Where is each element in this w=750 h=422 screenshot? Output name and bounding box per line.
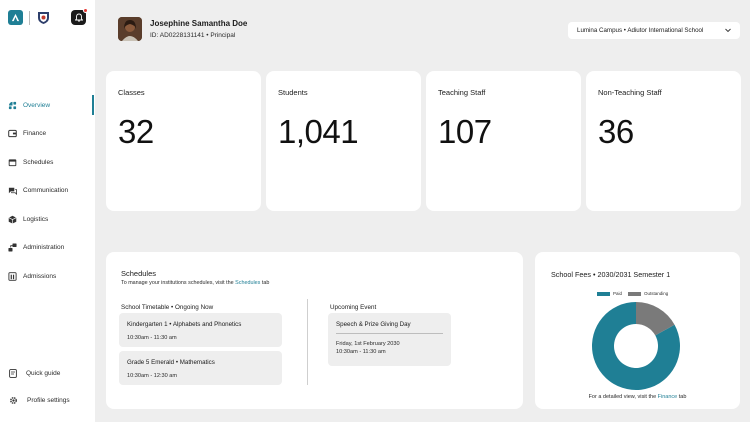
administration-icon bbox=[8, 243, 17, 253]
fees-title: School Fees • 2030/2031 Semester 1 bbox=[551, 270, 671, 279]
sidebar-bottom: Quick guide Profile settings bbox=[0, 364, 95, 418]
schedules-subtitle: To manage your institutions schedules, v… bbox=[121, 280, 269, 286]
sidebar-item-label: Communication bbox=[23, 187, 69, 195]
legend-swatch bbox=[597, 291, 610, 296]
fees-donut-chart[interactable] bbox=[591, 301, 681, 391]
stat-value: 36 bbox=[598, 113, 634, 150]
donut-svg bbox=[592, 302, 680, 390]
sidebar-item-label: Admissions bbox=[23, 273, 57, 281]
event-divider bbox=[336, 333, 443, 334]
user-profile: Josephine Samantha Doe ID: AD0228131141 … bbox=[118, 17, 247, 41]
timetable-item[interactable]: Grade 5 Emerald • Mathematics 10:30am - … bbox=[119, 351, 282, 385]
timetable-item-title: Kindergarten 1 • Alphabets and Phonetics bbox=[127, 321, 242, 328]
stat-value: 32 bbox=[118, 113, 154, 150]
timetable-heading: School Timetable • Ongoing Now bbox=[121, 304, 214, 311]
legend-item-paid: Paid bbox=[597, 291, 622, 296]
sidebar-item-quick-guide[interactable]: Quick guide bbox=[0, 364, 95, 382]
column-divider bbox=[307, 299, 308, 385]
subtitle-text: tab bbox=[260, 280, 270, 286]
stat-card-classes: Classes 32 bbox=[106, 71, 261, 211]
notification-dot bbox=[83, 8, 88, 13]
upcoming-event-title: Speech & Prize Giving Day bbox=[336, 321, 411, 328]
legend-label: Outstanding bbox=[644, 291, 669, 296]
overview-icon bbox=[8, 101, 17, 109]
logo-row bbox=[8, 10, 51, 25]
timetable-item-time: 10:30am - 12:30 am bbox=[127, 373, 178, 379]
school-fees-panel: School Fees • 2030/2031 Semester 1 Paid … bbox=[535, 252, 740, 409]
sidebar-item-overview[interactable]: Overview bbox=[0, 95, 95, 115]
user-info: Josephine Samantha Doe ID: AD0228131141 … bbox=[150, 19, 247, 39]
sidebar-item-schedules[interactable]: Schedules bbox=[0, 153, 95, 171]
schedules-panel: Schedules To manage your institutions sc… bbox=[106, 252, 523, 409]
footer-text: tab bbox=[677, 394, 687, 400]
sidebar-item-admissions[interactable]: Admissions bbox=[0, 268, 95, 286]
sidebar-item-administration[interactable]: Administration bbox=[0, 239, 95, 257]
timetable-item-time: 10:30am - 11:30 am bbox=[127, 335, 177, 341]
app-logo-icon[interactable] bbox=[8, 10, 23, 25]
finance-tab-link[interactable]: Finance bbox=[658, 394, 678, 400]
sidebar-item-label: Administration bbox=[23, 244, 65, 252]
quick-guide-icon bbox=[9, 368, 17, 378]
stat-card-teaching-staff: Teaching Staff 107 bbox=[426, 71, 581, 211]
school-crest-icon bbox=[36, 10, 51, 25]
campus-selected-value: Lumina Campus • Adiutor International Sc… bbox=[577, 27, 704, 34]
schedules-icon bbox=[8, 159, 17, 166]
sidebar-item-profile-settings[interactable]: Profile settings bbox=[0, 391, 95, 409]
communication-icon bbox=[8, 188, 17, 196]
sidebar-item-label: Finance bbox=[23, 130, 47, 138]
sidebar-item-logistics[interactable]: Logistics bbox=[0, 210, 95, 228]
sidebar-item-label: Logistics bbox=[23, 215, 49, 223]
upcoming-event-card[interactable]: Speech & Prize Giving Day Friday, 1st Fe… bbox=[328, 313, 451, 366]
stat-label: Non-Teaching Staff bbox=[598, 88, 662, 97]
upcoming-heading: Upcoming Event bbox=[330, 304, 377, 311]
subtitle-text: To manage your institutions schedules, v… bbox=[121, 280, 236, 286]
logo-divider bbox=[29, 10, 30, 25]
schedules-title: Schedules bbox=[121, 269, 157, 278]
user-name: Josephine Samantha Doe bbox=[150, 19, 248, 28]
avatar[interactable] bbox=[118, 17, 142, 41]
campus-selector[interactable]: Lumina Campus • Adiutor International Sc… bbox=[568, 22, 740, 39]
sidebar-item-label: Profile settings bbox=[27, 396, 70, 404]
stat-value: 107 bbox=[438, 113, 492, 150]
legend-swatch bbox=[628, 291, 642, 296]
user-meta: ID: AD0228131141 • Principal bbox=[150, 32, 236, 39]
sidebar-nav: Overview Finance Schedules Communication… bbox=[0, 95, 95, 296]
schedules-tab-link[interactable]: Schedules bbox=[235, 280, 260, 286]
sidebar-item-label: Overview bbox=[23, 101, 51, 109]
stat-value: 1,041 bbox=[278, 113, 359, 150]
legend-item-outstanding: Outstanding bbox=[628, 291, 668, 296]
legend-label: Paid bbox=[613, 291, 623, 296]
finance-icon bbox=[8, 129, 17, 138]
stat-card-non-teaching-staff: Non-Teaching Staff 36 bbox=[586, 71, 741, 211]
logistics-icon bbox=[8, 215, 17, 224]
sidebar-item-label: Quick guide bbox=[26, 369, 61, 377]
stat-label: Classes bbox=[118, 88, 145, 97]
sidebar-item-communication[interactable]: Communication bbox=[0, 182, 95, 200]
bell-icon bbox=[74, 13, 83, 22]
upcoming-event-time: 10:30am - 11:30 am bbox=[336, 349, 386, 355]
stat-card-students: Students 1,041 bbox=[266, 71, 421, 211]
stat-label: Students bbox=[278, 88, 308, 97]
sidebar-item-label: Schedules bbox=[23, 158, 54, 166]
footer-text: For a detailed view, visit the bbox=[588, 394, 658, 400]
sidebar: Overview Finance Schedules Communication… bbox=[0, 0, 95, 422]
chart-legend: Paid Outstanding bbox=[597, 291, 668, 296]
admissions-icon bbox=[8, 272, 17, 281]
sidebar-item-finance[interactable]: Finance bbox=[0, 125, 95, 143]
timetable-item[interactable]: Kindergarten 1 • Alphabets and Phonetics… bbox=[119, 313, 282, 347]
timetable-item-title: Grade 5 Emerald • Mathematics bbox=[127, 359, 215, 366]
notification-button[interactable] bbox=[71, 8, 88, 25]
chevron-down-icon bbox=[725, 28, 731, 33]
stat-label: Teaching Staff bbox=[438, 88, 486, 97]
upcoming-event-date: Friday, 1st February 2030 bbox=[336, 341, 400, 347]
gear-icon bbox=[10, 396, 17, 404]
fees-footer: For a detailed view, visit the Finance t… bbox=[535, 394, 740, 400]
